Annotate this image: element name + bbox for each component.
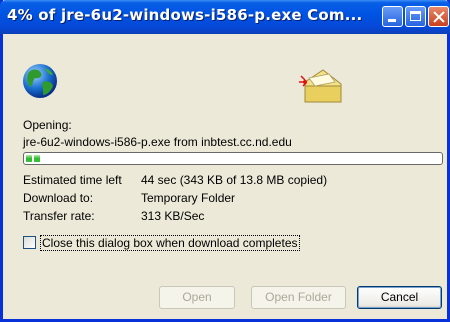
transfer-rate-label: Transfer rate: (23, 209, 95, 223)
cancel-button[interactable]: Cancel (357, 286, 442, 309)
opening-detail: jre-6u2-windows-i586-p.exe from inbtest.… (23, 135, 292, 149)
close-when-done-checkbox[interactable] (23, 236, 36, 249)
time-left-value: 44 sec (343 KB of 13.8 MB copied) (141, 173, 328, 187)
globe-icon (23, 64, 57, 98)
folder-icon (299, 69, 342, 103)
opening-label: Opening: (23, 118, 72, 132)
open-button[interactable]: Open (159, 286, 235, 309)
download-to-label: Download to: (23, 191, 94, 205)
progress-fill (26, 155, 40, 162)
dialog-body: Opening: jre-6u2-windows-i586-p.exe from… (3, 34, 447, 319)
download-progress-bar (23, 152, 443, 165)
open-folder-button[interactable]: Open Folder (251, 286, 346, 309)
transfer-rate-value: 313 KB/Sec (141, 209, 205, 223)
title-bar[interactable]: 4% of jre-6u2-windows-i586-p.exe Com... (0, 0, 450, 34)
close-when-done-label[interactable]: Close this dialog box when download comp… (40, 235, 300, 251)
time-left-label: Estimated time left (23, 173, 122, 187)
maximize-icon[interactable] (405, 6, 426, 27)
close-icon[interactable] (428, 6, 449, 27)
progress-segment (26, 155, 32, 162)
progress-segment (34, 155, 40, 162)
minimize-icon[interactable] (382, 6, 403, 27)
window-title: 4% of jre-6u2-windows-i586-p.exe Com... (7, 6, 363, 24)
download-to-value: Temporary Folder (141, 191, 236, 205)
download-dialog: 4% of jre-6u2-windows-i586-p.exe Com... (0, 0, 450, 322)
